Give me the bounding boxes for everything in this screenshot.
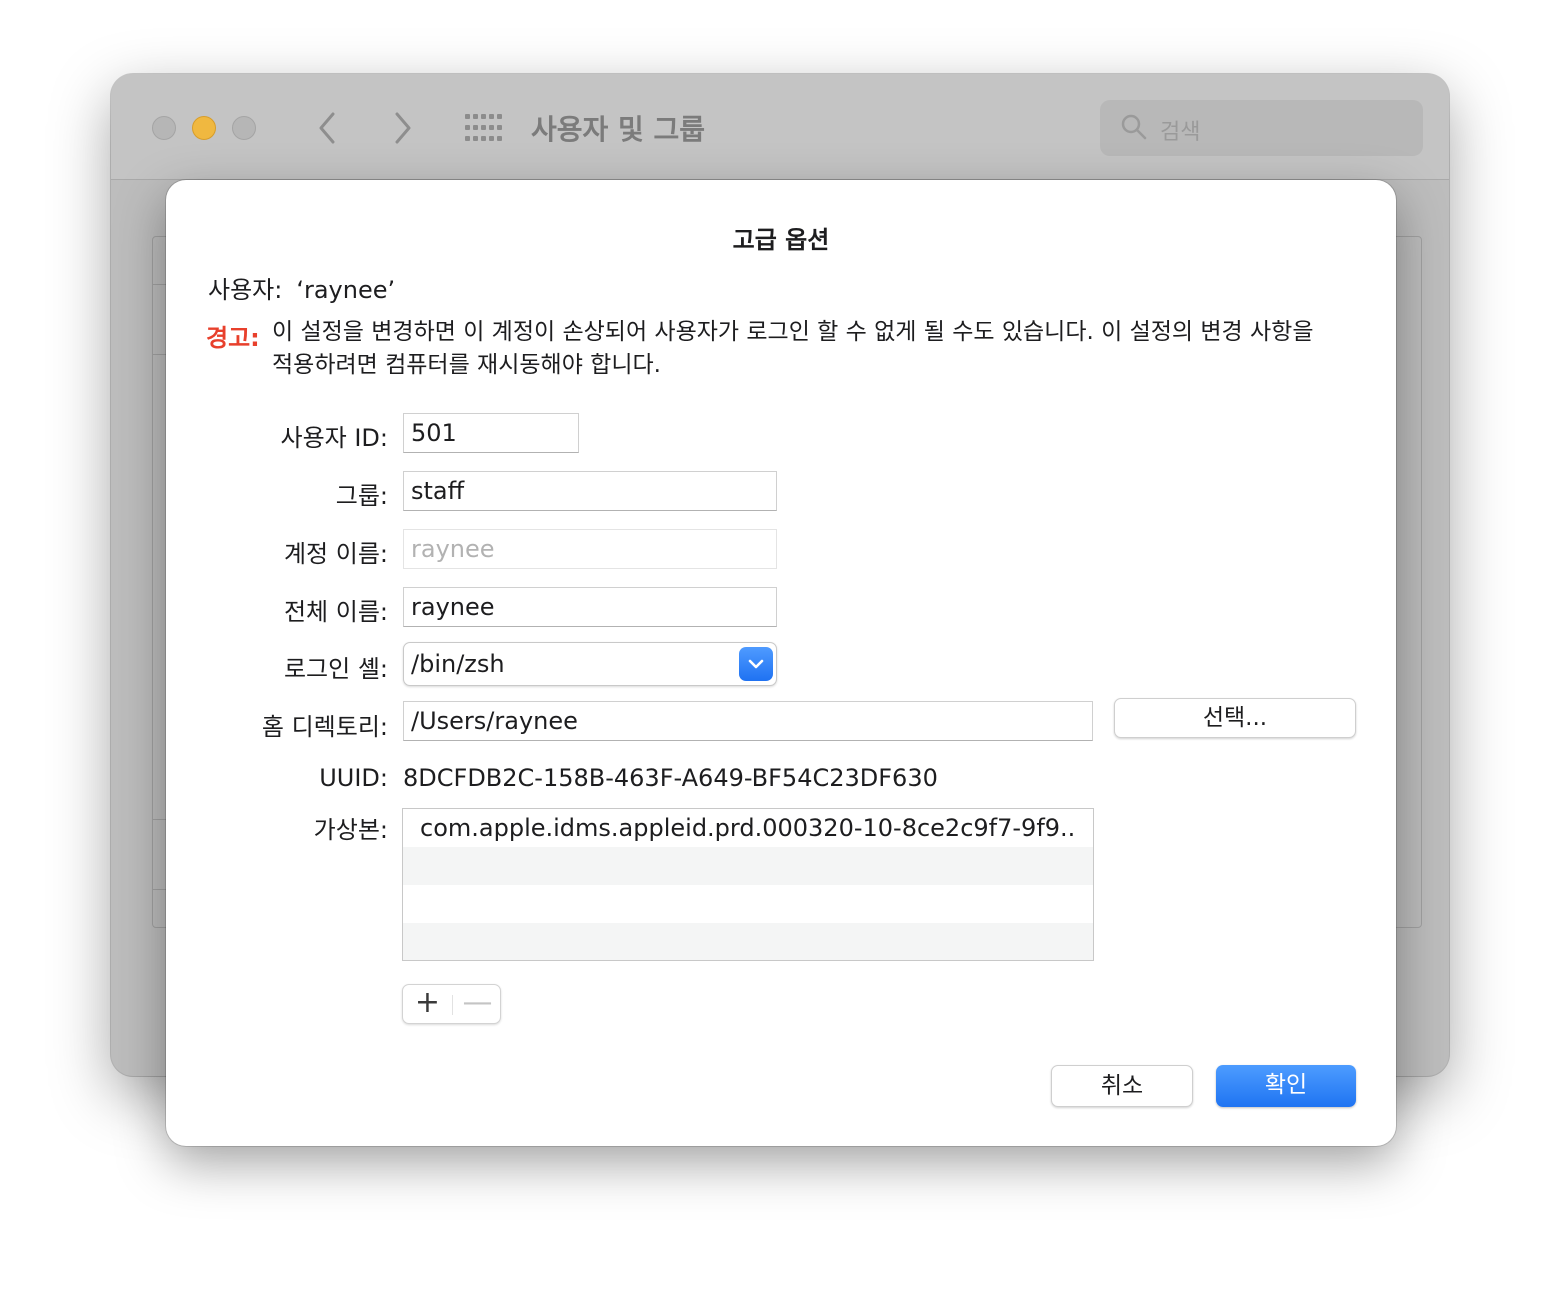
window-titlebar: 사용자 및 그룹 검색 [111,74,1449,180]
background-divider [152,889,166,890]
login-shell-popup[interactable]: /bin/zsh [403,642,777,686]
search-placeholder: 검색 [1160,120,1201,145]
login-shell-label: 로그인 셸: [283,655,388,683]
warning-label: 경고: [206,324,260,352]
full-name-label: 전체 이름: [283,598,388,626]
zoom-window-button[interactable] [232,116,256,140]
cancel-button[interactable]: 취소 [1051,1065,1193,1107]
login-shell-value: /bin/zsh [411,650,505,678]
remove-alias-button[interactable]: — [453,985,502,1023]
sheet-title: 고급 옵션 [732,226,830,254]
forward-chevron-icon[interactable] [385,106,419,150]
show-all-grid-icon[interactable] [465,114,503,142]
home-directory-field[interactable]: /Users/raynee [403,701,1093,741]
advanced-options-sheet: 고급 옵션 사용자: ‘raynee’ 경고: 이 설정을 변경하면 이 계정이 … [166,180,1396,1146]
window-title: 사용자 및 그룹 [531,113,706,146]
search-icon [1121,114,1147,140]
group-field[interactable]: staff [403,471,777,511]
alias-row[interactable] [403,923,1093,960]
ok-button[interactable]: 확인 [1216,1065,1356,1107]
home-directory-label: 홈 디렉토리: [261,713,388,741]
user-label: 사용자: [208,276,283,304]
alias-row[interactable] [403,847,1093,885]
full-name-field[interactable]: raynee [403,587,777,627]
background-divider [152,354,166,355]
alias-row[interactable] [403,885,1093,923]
user-id-field[interactable]: 501 [403,413,579,453]
alias-row[interactable]: com.apple.idms.appleid.prd.000320-10-8ce… [403,809,1093,847]
choose-home-directory-button[interactable]: 선택... [1114,698,1356,738]
user-line: 사용자: ‘raynee’ [208,270,395,305]
background-divider [152,284,166,285]
user-id-label: 사용자 ID: [280,424,388,452]
background-divider [152,819,166,820]
minimize-window-button[interactable] [192,116,216,140]
aliases-label: 가상본: [313,816,388,844]
aliases-table[interactable]: com.apple.idms.appleid.prd.000320-10-8ce… [402,808,1094,961]
search-field[interactable]: 검색 [1100,100,1423,156]
close-window-button[interactable] [152,116,176,140]
uuid-label: UUID: [319,764,388,792]
group-label: 그룹: [335,482,388,510]
add-alias-button[interactable]: + [403,985,452,1023]
uuid-value: 8DCFDB2C-158B-463F-A649-BF54C23DF630 [403,764,938,792]
alias-add-remove-control: + — [402,984,501,1024]
account-name-label: 계정 이름: [283,540,388,568]
back-chevron-icon[interactable] [311,106,345,150]
chevron-down-icon[interactable] [739,647,773,681]
warning-text: 이 설정을 변경하면 이 계정이 손상되어 사용자가 로그인 할 수 없게 될 … [272,319,1314,378]
user-value: ‘raynee’ [296,276,396,304]
account-name-field: raynee [403,529,777,569]
